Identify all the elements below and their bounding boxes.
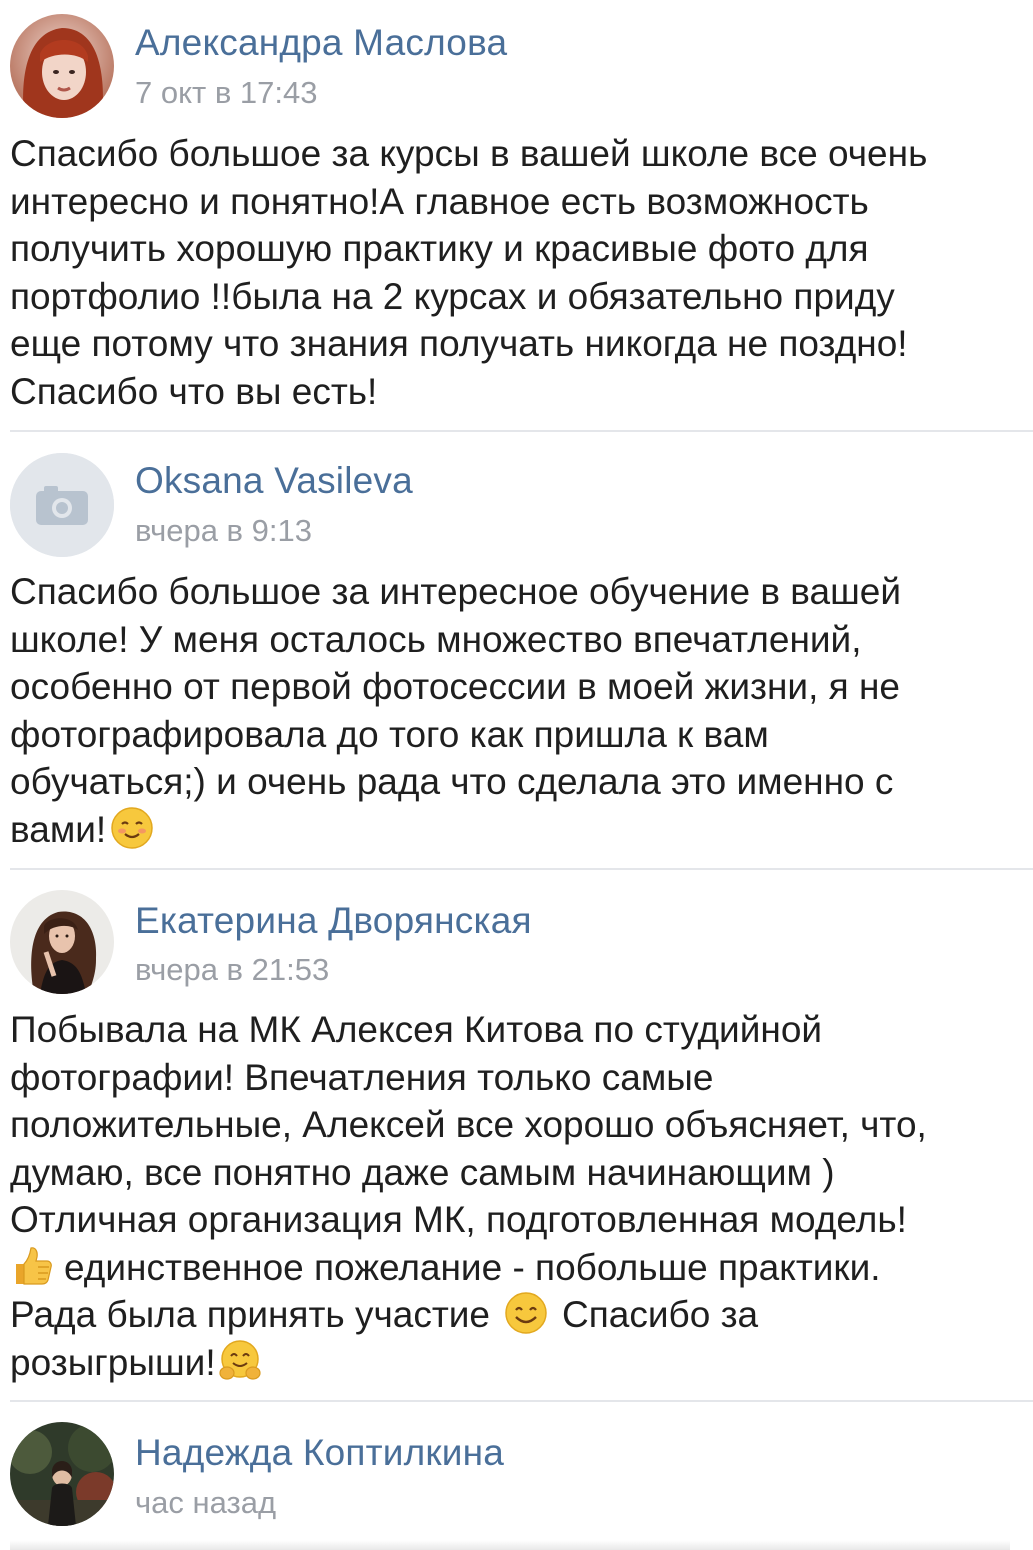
comment-time[interactable]: час назад — [135, 1485, 276, 1521]
avatar[interactable] — [10, 1422, 114, 1526]
author-name[interactable]: Екатерина Дворянская — [135, 900, 532, 942]
comment-text-line: Рада была принять участие Спасибо за — [10, 1291, 927, 1339]
comment-text: Спасибо большое за курсы в вашей школе в… — [10, 130, 927, 415]
comment-time[interactable]: вчера в 21:53 — [135, 952, 329, 988]
author-name[interactable]: Oksana Vasileva — [135, 460, 413, 502]
comment-post: Oksana Vasileva вчера в 9:13 Спасибо бол… — [0, 432, 1033, 869]
author-name[interactable]: Надежда Коптилкина — [135, 1432, 504, 1474]
comment-text-line: интересно и понятно!А главное есть возмо… — [10, 180, 869, 222]
comment-time[interactable]: 7 окт в 17:43 — [135, 75, 317, 111]
comment-text-line: единственное пожелание - побольше практи… — [10, 1244, 927, 1292]
comment-text-fragment: Рада была принять участие — [10, 1294, 491, 1335]
comment-text-line: обучаться;) и очень рада что сделала это… — [10, 761, 894, 802]
comment-time[interactable]: вчера в 9:13 — [135, 513, 312, 549]
comment-text-line: Спасибо что вы есть! — [10, 370, 378, 412]
comment-text-line: фотографии! Впечатления только самые — [10, 1056, 714, 1098]
avatar[interactable] — [10, 453, 114, 557]
comment-text-line: Спасибо большое за курсы в вашей школе в… — [10, 133, 928, 174]
avatar[interactable] — [10, 14, 114, 118]
comment-text-line: Отличная организация МК, подготовленная … — [10, 1199, 907, 1240]
author-name[interactable]: Александра Маслова — [135, 22, 507, 64]
comment-text: Спасибо большое за интересное обучение в… — [10, 568, 901, 853]
avatar[interactable] — [10, 890, 114, 994]
comment-text: Побывала на МК Алексея Китова по студийн… — [10, 1006, 927, 1386]
comment-text-line: думаю, все понятно даже самым начинающим… — [10, 1151, 835, 1193]
comment-post: Александра Маслова 7 окт в 17:43 Спасибо… — [0, 0, 1033, 432]
comment-text-line: Побывала на МК Алексея Китова по студийн… — [10, 1009, 823, 1050]
comment-text-line: особенно от первой фотосессии в моей жиз… — [10, 666, 900, 707]
comment-text-fragment: Спасибо за — [562, 1294, 759, 1335]
comment-post: Надежда Коптилкина час назад — [0, 1402, 1033, 1550]
smiling-face-emoji — [505, 1292, 547, 1334]
comment-text-cutoff — [10, 1540, 1010, 1550]
comment-text-line: фотографировала до того как пришла к вам — [10, 713, 769, 755]
hugging-face-emoji — [219, 1339, 261, 1380]
smiling-blush-emoji — [111, 806, 153, 849]
comment-text-line: положительные, Алексей все хорошо объясн… — [10, 1104, 927, 1145]
comment-text-line: розыгрыши! — [10, 1339, 927, 1387]
comment-text-line: школе! У меня осталось множество впечатл… — [10, 618, 862, 660]
comment-text-fragment: вами! — [10, 808, 107, 850]
comment-text-line: получить хорошую практику и красивые фот… — [10, 228, 869, 269]
camera-icon — [10, 453, 114, 557]
comment-text-fragment: единственное пожелание - побольше практи… — [64, 1246, 881, 1288]
comment-text-fragment: розыгрыши! — [10, 1341, 216, 1383]
comment-post: Екатерина Дворянская вчера в 21:53 Побыв… — [0, 870, 1033, 1400]
comment-text-line: Спасибо большое за интересное обучение в… — [10, 571, 901, 612]
comment-text-line: еще потому что знания получать никогда н… — [10, 323, 908, 364]
comment-text-line: портфолио !!была на 2 курсах и обязатель… — [10, 275, 895, 317]
comment-text-line: вами! — [10, 806, 901, 854]
thumbs-up-emoji — [16, 1246, 52, 1285]
comments-feed: Александра Маслова 7 окт в 17:43 Спасибо… — [0, 0, 1033, 1550]
